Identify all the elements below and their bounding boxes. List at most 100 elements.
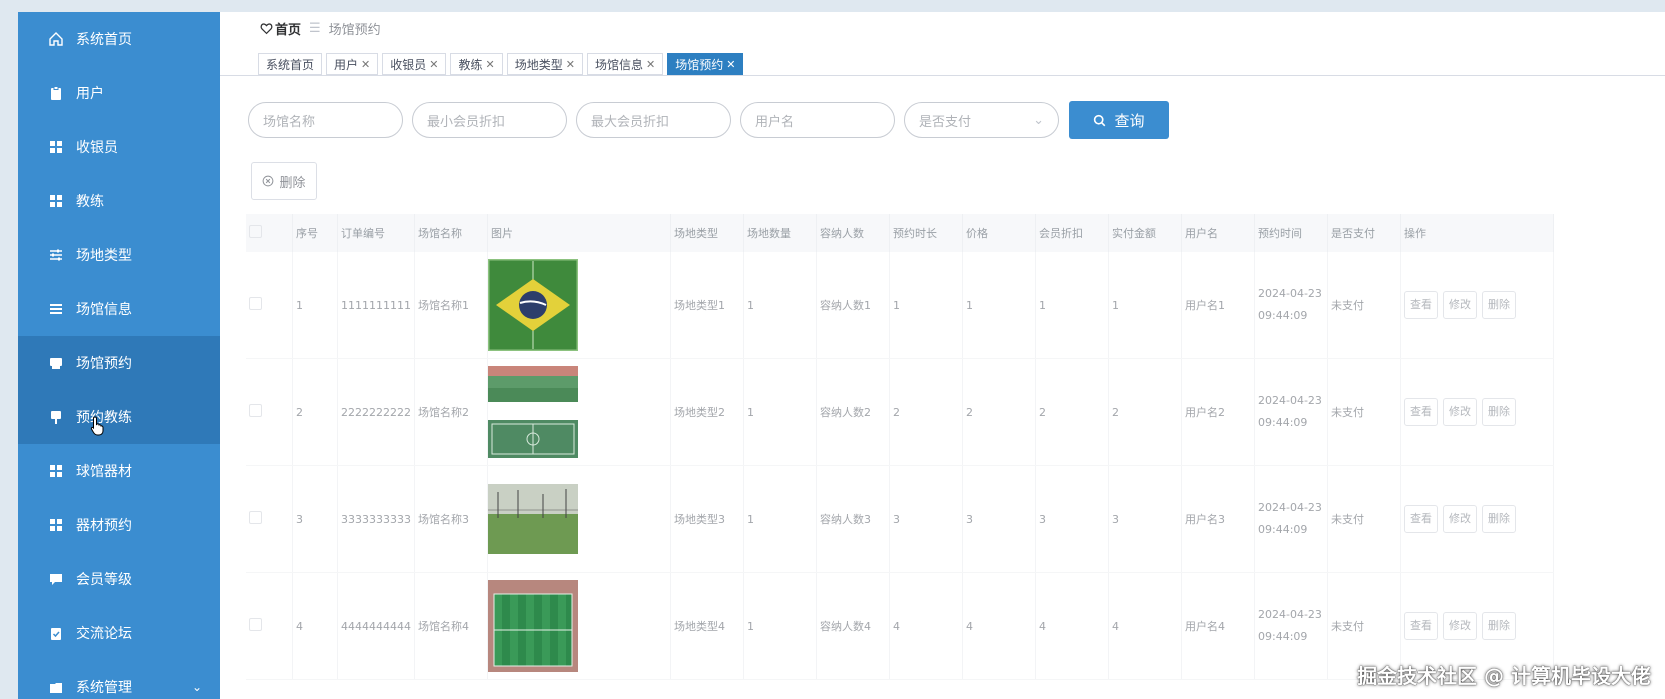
cell-paid-amount: 2 bbox=[1108, 358, 1182, 466]
cell-order: 4444444444 bbox=[337, 572, 415, 680]
cell-duration: 2 bbox=[889, 358, 963, 466]
cell-type: 场地类型3 bbox=[670, 465, 744, 573]
sidebar-item-label: 收银员 bbox=[76, 140, 118, 156]
min-discount-input[interactable]: 最小会员折扣 bbox=[412, 102, 567, 138]
paid-select[interactable]: 是否支付 ⌄ bbox=[904, 102, 1059, 138]
sidebar-item-member-level[interactable]: 会员等级 bbox=[18, 552, 220, 606]
cell-actions: 查看 修改 删除 bbox=[1400, 465, 1554, 573]
close-icon[interactable]: ✕ bbox=[646, 58, 655, 71]
cell-price: 4 bbox=[962, 572, 1036, 680]
column-header: 场地数量 bbox=[743, 214, 817, 252]
venue-image[interactable] bbox=[488, 366, 578, 458]
sidebar-item-coach-booking[interactable]: 预约教练 bbox=[18, 390, 220, 444]
view-button[interactable]: 查看 bbox=[1404, 291, 1438, 319]
row-select[interactable] bbox=[246, 252, 293, 359]
search-bar: 场馆名称 最小会员折扣 最大会员折扣 用户名 是否支付 ⌄ 查询 bbox=[248, 101, 1169, 139]
sidebar-item-venue-booking[interactable]: 场馆预约 bbox=[18, 336, 220, 390]
close-icon[interactable]: ✕ bbox=[361, 58, 370, 71]
cell-image bbox=[487, 572, 671, 680]
time-text: 09:44:09 bbox=[1258, 416, 1308, 429]
cell-capacity: 容纳人数1 bbox=[816, 252, 890, 359]
close-icon[interactable]: ✕ bbox=[486, 58, 495, 71]
tab-venue-booking[interactable]: 场馆预约 ✕ bbox=[667, 53, 744, 75]
query-button[interactable]: 查询 bbox=[1069, 101, 1169, 139]
close-icon[interactable]: ✕ bbox=[566, 58, 575, 71]
tab-field-type[interactable]: 场地类型 ✕ bbox=[506, 53, 583, 75]
delete-button[interactable]: 删除 bbox=[1482, 505, 1516, 533]
query-label: 查询 bbox=[1114, 111, 1145, 130]
folder-icon bbox=[48, 679, 64, 695]
cell-order: 2222222222 bbox=[337, 358, 415, 466]
printer-icon bbox=[48, 355, 64, 371]
delete-button[interactable]: 删除 bbox=[1482, 398, 1516, 426]
close-icon[interactable]: ✕ bbox=[726, 58, 735, 71]
checkbox[interactable] bbox=[249, 618, 262, 631]
edit-button[interactable]: 修改 bbox=[1443, 612, 1477, 640]
sidebar-item-equipment[interactable]: 球馆器材 bbox=[18, 444, 220, 498]
sidebar-item-users[interactable]: 用户 bbox=[18, 66, 220, 120]
max-discount-input[interactable]: 最大会员折扣 bbox=[576, 102, 731, 138]
sidebar-item-coach[interactable]: 教练 bbox=[18, 174, 220, 228]
checkbox[interactable] bbox=[249, 225, 262, 238]
time-text: 09:44:09 bbox=[1258, 309, 1308, 322]
tab-cashier[interactable]: 收银员 ✕ bbox=[382, 53, 447, 75]
cell-order: 1111111111 bbox=[337, 252, 415, 359]
tab-label: 教练 bbox=[458, 57, 483, 72]
delete-button[interactable]: 删除 bbox=[1482, 291, 1516, 319]
sidebar-item-label: 场地类型 bbox=[76, 248, 132, 264]
view-button[interactable]: 查看 bbox=[1404, 612, 1438, 640]
sidebar-item-field-type[interactable]: 场地类型 bbox=[18, 228, 220, 282]
chat-icon bbox=[48, 571, 64, 587]
row-select[interactable] bbox=[246, 572, 293, 680]
row-select[interactable] bbox=[246, 465, 293, 573]
cell-no: 3 bbox=[292, 465, 338, 573]
time-text: 09:44:09 bbox=[1258, 630, 1308, 643]
venue-image[interactable] bbox=[488, 580, 578, 672]
sidebar-item-system[interactable]: 系统管理 ⌄ bbox=[18, 660, 220, 699]
venue-image[interactable] bbox=[488, 259, 578, 351]
search-icon bbox=[1094, 114, 1106, 126]
grid-icon bbox=[48, 193, 64, 209]
sidebar-item-label: 教练 bbox=[76, 194, 104, 210]
tab-venue-info[interactable]: 场馆信息 ✕ bbox=[586, 53, 664, 75]
grid-icon bbox=[48, 463, 64, 479]
column-header: 场地类型 bbox=[670, 214, 744, 252]
edit-button[interactable]: 修改 bbox=[1443, 291, 1477, 319]
placeholder: 最大会员折扣 bbox=[591, 114, 670, 130]
cell-discount: 4 bbox=[1035, 572, 1109, 680]
edit-button[interactable]: 修改 bbox=[1443, 505, 1477, 533]
checkbox[interactable] bbox=[249, 297, 262, 310]
breadcrumb-home[interactable]: 首页 bbox=[260, 19, 301, 38]
checkbox[interactable] bbox=[249, 511, 262, 524]
venue-image[interactable] bbox=[488, 484, 578, 554]
cell-actions: 查看 修改 删除 bbox=[1400, 358, 1554, 466]
close-icon[interactable]: ✕ bbox=[429, 58, 438, 71]
column-header: 容纳人数 bbox=[816, 214, 890, 252]
column-header: 预约时长 bbox=[889, 214, 963, 252]
view-button[interactable]: 查看 bbox=[1404, 505, 1438, 533]
view-button[interactable]: 查看 bbox=[1404, 398, 1438, 426]
sidebar-item-cashier[interactable]: 收银员 bbox=[18, 120, 220, 174]
sidebar-item-home[interactable]: 系统首页 bbox=[18, 12, 220, 66]
sidebar-item-forum[interactable]: 交流论坛 bbox=[18, 606, 220, 660]
tab-bar: 系统首页 用户 ✕ 收银员 ✕ 教练 ✕ 场地类型 ✕ 场馆信息 ✕ 场馆预约 ✕ bbox=[258, 53, 744, 75]
checkbox[interactable] bbox=[249, 404, 262, 417]
column-header: 操作 bbox=[1400, 214, 1554, 252]
edit-button[interactable]: 修改 bbox=[1443, 398, 1477, 426]
header-select-all[interactable] bbox=[246, 214, 293, 252]
cell-image bbox=[487, 252, 671, 359]
watermark: 掘金技术社区 @ 计算机毕设大佬 bbox=[1357, 664, 1651, 688]
delete-button[interactable]: 删除 bbox=[1482, 612, 1516, 640]
row-select[interactable] bbox=[246, 358, 293, 466]
cell-order: 3333333333 bbox=[337, 465, 415, 573]
tab-coach[interactable]: 教练 ✕ bbox=[450, 53, 503, 75]
tab-users[interactable]: 用户 ✕ bbox=[326, 53, 379, 75]
venue-name-input[interactable]: 场馆名称 bbox=[248, 102, 403, 138]
booking-table: 序号 订单编号 场馆名称 图片 场地类型 场地数量 容纳人数 预约时长 价格 会… bbox=[246, 214, 1554, 680]
sidebar-item-venue-info[interactable]: 场馆信息 bbox=[18, 282, 220, 336]
batch-delete-button[interactable]: 删除 bbox=[251, 162, 317, 200]
username-input[interactable]: 用户名 bbox=[740, 102, 895, 138]
sidebar-item-equipment-booking[interactable]: 器材预约 bbox=[18, 498, 220, 552]
cell-discount: 1 bbox=[1035, 252, 1109, 359]
tab-home[interactable]: 系统首页 bbox=[258, 53, 323, 75]
